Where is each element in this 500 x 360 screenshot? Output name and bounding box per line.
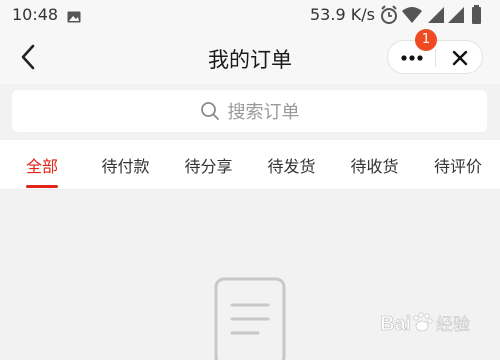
baidu-jingyan-watermark: Bai 经验	[378, 304, 498, 344]
tab-pending-share[interactable]: 待分享	[167, 140, 250, 190]
search-input[interactable]: 搜索订单	[12, 90, 487, 132]
order-status-tabs: 全部 待付款 待分享 待发货 待收货 待评价	[0, 140, 500, 190]
photo-notification-icon	[67, 8, 81, 23]
svg-text:经验: 经验	[436, 315, 470, 335]
close-button[interactable]	[436, 41, 483, 75]
tab-label: 待付款	[101, 157, 150, 176]
svg-text:Bai: Bai	[380, 313, 411, 335]
status-time: 10:48	[12, 5, 59, 24]
tab-pending-receipt[interactable]: 待收货	[333, 140, 416, 190]
signal-icon	[428, 7, 444, 23]
search-placeholder: 搜索订单	[227, 102, 300, 123]
empty-document-icon	[214, 277, 286, 360]
tab-label: 全部	[25, 157, 58, 176]
tab-label: 待收货	[350, 157, 399, 176]
tab-label: 待分享	[184, 157, 233, 176]
tab-pending-review[interactable]: 待评价	[416, 140, 500, 190]
search-section: 搜索订单	[0, 84, 500, 140]
network-speed: 53.9 K/s	[310, 5, 375, 24]
tab-label: 待发货	[267, 157, 316, 176]
battery-icon	[472, 5, 481, 24]
close-icon	[452, 50, 467, 66]
tab-pending-payment[interactable]: 待付款	[84, 140, 167, 190]
active-tab-indicator	[26, 185, 58, 188]
more-dots-icon	[400, 55, 423, 61]
tab-label: 待评价	[433, 157, 482, 176]
signal-icon	[448, 7, 464, 23]
tab-pending-shipment[interactable]: 待发货	[250, 140, 333, 190]
status-bar: 10:48 53.9 K/s	[0, 0, 500, 30]
alarm-icon	[381, 5, 397, 24]
wifi-icon	[402, 7, 422, 23]
notification-badge: 1	[415, 29, 437, 51]
tab-all[interactable]: 全部	[0, 140, 84, 190]
status-icons	[380, 5, 495, 25]
search-icon	[200, 101, 220, 121]
